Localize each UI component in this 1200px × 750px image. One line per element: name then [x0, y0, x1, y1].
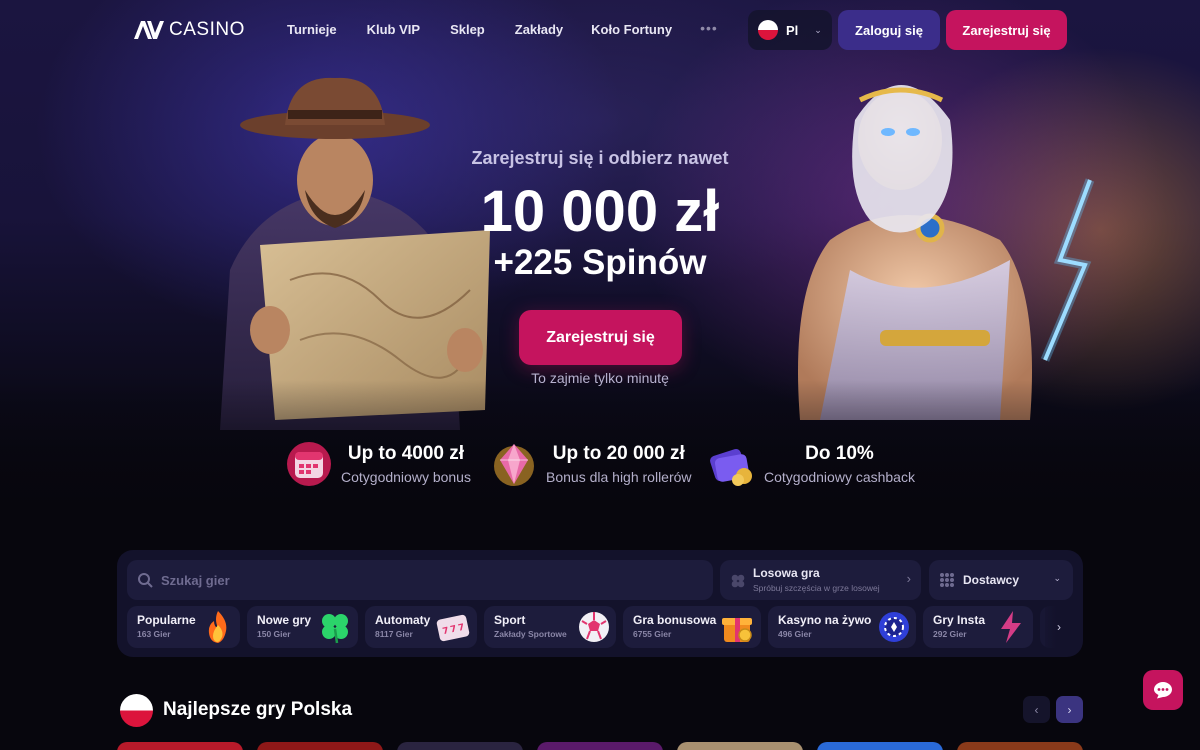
category-sport[interactable]: Sport Zakłady Sportowe	[484, 606, 616, 648]
slot-machine-icon: 777	[436, 614, 470, 642]
logo-text: CASINO	[169, 19, 245, 40]
category-name: Nowe gry	[257, 613, 312, 627]
main-nav: Turnieje Klub VIP Sklep Zakłady Koło For…	[287, 20, 718, 38]
category-name: Automaty	[375, 613, 431, 627]
providers-dropdown[interactable]: Dostawcy ⌄	[929, 560, 1073, 600]
soccer-ball-icon	[579, 612, 609, 642]
calendar-icon	[287, 442, 331, 486]
benefit-desc: Bonus dla high rollerów	[546, 469, 692, 485]
carousel-prev-button[interactable]: ‹	[1023, 696, 1050, 723]
game-thumbnail[interactable]	[257, 742, 383, 750]
poland-flag-icon	[758, 20, 778, 40]
clover-icon	[322, 614, 348, 644]
clover-icon	[731, 574, 745, 588]
category-name: Kasyno na żywo	[778, 613, 872, 627]
chevron-down-icon: ⌄	[814, 24, 822, 35]
language-selector[interactable]: Pl ⌄	[748, 10, 832, 50]
chat-icon	[1154, 682, 1172, 699]
providers-label: Dostawcy	[963, 573, 1020, 587]
fire-icon	[208, 611, 227, 643]
category-count: Zakłady Sportowe	[494, 629, 567, 639]
category-live-casino[interactable]: Kasyno na żywo 496 Gier	[768, 606, 916, 648]
carousel-next-button[interactable]: ›	[1056, 696, 1083, 723]
games-panel: Losowa gra Spróbuj szczęścia w grze loso…	[117, 550, 1083, 657]
search-icon	[138, 573, 153, 588]
chevron-down-icon: ⌄	[1053, 573, 1061, 583]
benefit-desc: Cotygodniowy bonus	[341, 469, 471, 485]
chevron-right-icon: ›	[906, 571, 911, 586]
wallet-icon	[710, 448, 752, 486]
section-title: Najlepsze gry Polska	[163, 699, 353, 720]
gem-icon	[494, 444, 534, 486]
category-count: 163 Gier	[137, 629, 171, 639]
game-thumbnail[interactable]	[397, 742, 523, 750]
game-thumbnails-row	[117, 742, 1083, 750]
hero-bonus-amount: 10 000 zł	[480, 179, 720, 244]
random-game-title: Losowa gra	[753, 566, 820, 580]
random-game-button[interactable]: Losowa gra Spróbuj szczęścia w grze loso…	[720, 560, 921, 600]
benefit-title: Up to 20 000 zł	[552, 443, 685, 464]
hero-note: To zajmie tylko minutę	[531, 370, 669, 386]
hero-subtitle: Zarejestruj się i odbierz nawet	[471, 148, 729, 168]
category-slots[interactable]: Automaty 8117 Gier 777	[365, 606, 477, 648]
benefit-title: Do 10%	[805, 443, 874, 464]
random-game-subtitle: Spróbuj szczęścia w grze losowej	[753, 583, 880, 593]
game-thumbnail[interactable]	[957, 742, 1083, 750]
nav-tournaments[interactable]: Turnieje	[287, 22, 337, 38]
game-thumbnail[interactable]	[117, 742, 243, 750]
nav-shop[interactable]: Sklep	[450, 22, 485, 38]
category-name: Gry Insta	[933, 613, 986, 627]
category-count: 292 Gier	[933, 629, 967, 639]
nav-wheel-of-fortune[interactable]: Koło Fortuny	[591, 22, 672, 38]
category-bonus-games[interactable]: Gra bonusowa 6755 Gier	[623, 606, 761, 648]
register-button[interactable]: Zarejestruj się	[946, 10, 1067, 50]
login-button[interactable]: Zaloguj się	[838, 10, 940, 50]
search-input[interactable]	[161, 572, 681, 588]
chat-button[interactable]	[1143, 670, 1183, 710]
logo-mark-icon	[134, 21, 164, 39]
category-insta-games[interactable]: Gry Insta 292 Gier	[923, 606, 1033, 648]
category-name: Popularne	[137, 613, 196, 627]
benefit-cashback: Do 10% Cotygodniowy cashback	[708, 440, 915, 488]
category-new-games[interactable]: Nowe gry 150 Gier	[247, 606, 358, 648]
category-name: Sport	[494, 613, 526, 627]
category-name: Gra bonusowa	[633, 613, 717, 627]
benefit-high-roller: Up to 20 000 zł Bonus dla high rollerów	[490, 440, 692, 488]
benefit-desc: Cotygodniowy cashback	[764, 469, 915, 485]
benefit-weekly-bonus: Up to 4000 zł Cotygodniowy bonus	[285, 440, 471, 488]
lightning-icon	[1001, 611, 1021, 643]
category-count: 496 Gier	[778, 629, 812, 639]
nav-bets[interactable]: Zakłady	[515, 22, 563, 38]
game-thumbnail[interactable]	[677, 742, 803, 750]
poland-flag-icon	[120, 694, 153, 727]
top-header: CASINO Turnieje Klub VIP Sklep Zakłady K…	[0, 0, 1200, 60]
poker-chip-icon	[879, 612, 909, 642]
game-thumbnail[interactable]	[537, 742, 663, 750]
site-logo[interactable]: CASINO	[133, 19, 245, 41]
category-popular[interactable]: Popularne 163 Gier	[127, 606, 240, 648]
category-count: 150 Gier	[257, 629, 291, 639]
more-menu-icon[interactable]: •••	[700, 20, 718, 36]
benefit-title: Up to 4000 zł	[347, 443, 465, 464]
category-count: 6755 Gier	[633, 629, 672, 639]
category-count: 8117 Gier	[375, 629, 413, 639]
hero-register-button[interactable]: Zarejestruj się	[519, 310, 682, 365]
search-box[interactable]	[127, 560, 713, 600]
language-code: Pl	[786, 22, 799, 38]
game-thumbnail[interactable]	[817, 742, 943, 750]
categories-scroll-right-icon[interactable]: ›	[1045, 606, 1073, 648]
gift-icon	[722, 618, 752, 642]
nav-vip-club[interactable]: Klub VIP	[367, 22, 420, 38]
providers-icon	[940, 573, 954, 587]
category-list: Popularne 163 Gier Nowe gry 150 Gier Aut…	[127, 606, 1073, 648]
hero-spins: +225 Spinów	[493, 243, 707, 282]
